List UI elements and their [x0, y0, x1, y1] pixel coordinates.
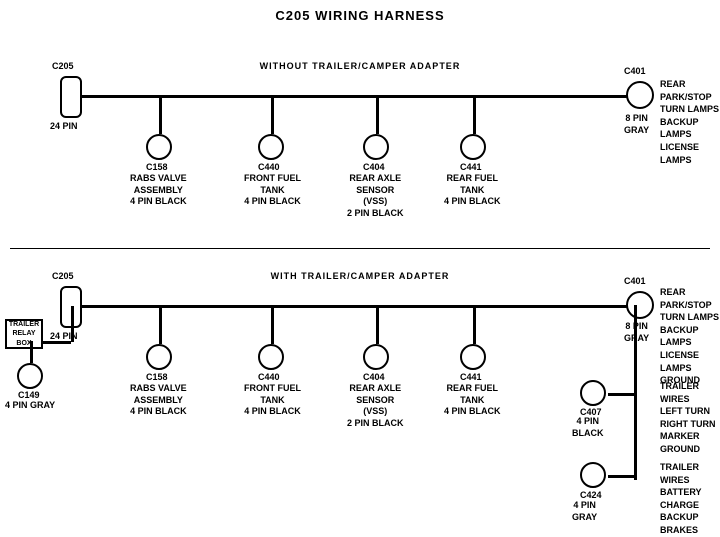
bottom-right-id: C401 — [624, 276, 646, 288]
bottom-right-connector — [626, 291, 654, 319]
page-title: C205 WIRING HARNESS — [0, 0, 720, 23]
top-c158-vline — [159, 96, 162, 134]
top-c158-id: C158 — [146, 162, 168, 174]
top-c441-connector — [460, 134, 486, 160]
bottom-c440-desc: FRONT FUELTANK4 PIN BLACK — [244, 383, 301, 418]
top-right-connector — [626, 81, 654, 109]
bottom-c441-desc: REAR FUELTANK4 PIN BLACK — [444, 383, 501, 418]
top-c404-desc: REAR AXLESENSOR(VSS)2 PIN BLACK — [347, 173, 404, 220]
top-c441-desc: REAR FUELTANK4 PIN BLACK — [444, 173, 501, 208]
c424-labels: TRAILER WIRESBATTERY CHARGEBACKUPBRAKES — [660, 461, 720, 537]
bottom-c440-connector — [258, 344, 284, 370]
bottom-main-hline — [80, 305, 635, 308]
bottom-c440-id: C440 — [258, 372, 280, 384]
trailer-relay-box: TRAILERRELAYBOX — [5, 319, 43, 349]
top-c440-connector — [258, 134, 284, 160]
c424-hline — [608, 475, 634, 478]
top-left-connector — [60, 76, 82, 118]
diagram-container: WITHOUT TRAILER/CAMPER ADAPTER C205 24 P… — [0, 23, 720, 523]
right-branch-vline — [634, 305, 637, 480]
c407-hline — [608, 393, 634, 396]
bottom-c440-vline — [271, 306, 274, 344]
top-c440-vline — [271, 96, 274, 134]
top-left-sub: 24 PIN — [50, 121, 78, 133]
top-c441-id: C441 — [460, 162, 482, 174]
bottom-c404-id: C404 — [363, 372, 385, 384]
top-left-id: C205 — [52, 61, 74, 73]
bottom-left-id: C205 — [52, 271, 74, 283]
top-c441-vline — [473, 96, 476, 134]
c407-desc: 4 PINBLACK — [572, 416, 604, 439]
top-c440-id: C440 — [258, 162, 280, 174]
bottom-c158-id: C158 — [146, 372, 168, 384]
c149-desc: 4 PIN GRAY — [5, 400, 55, 412]
bottom-section-label: WITH TRAILER/CAMPER ADAPTER — [150, 271, 570, 283]
top-c404-connector — [363, 134, 389, 160]
bottom-c404-vline — [376, 306, 379, 344]
top-section-label: WITHOUT TRAILER/CAMPER ADAPTER — [160, 61, 560, 73]
top-c404-vline — [376, 96, 379, 134]
top-right-sub: 8 PINGRAY — [624, 113, 649, 136]
c424-desc: 4 PINGRAY — [572, 500, 597, 523]
divider — [10, 248, 710, 249]
bottom-right-labels: REAR PARK/STOPTURN LAMPSBACKUP LAMPSLICE… — [660, 286, 720, 387]
top-right-id: C401 — [624, 66, 646, 78]
c424-connector — [580, 462, 606, 488]
top-main-hline — [80, 95, 635, 98]
top-right-labels: REAR PARK/STOPTURN LAMPSBACKUP LAMPSLICE… — [660, 78, 720, 166]
top-c158-desc: RABS VALVEASSEMBLY4 PIN BLACK — [130, 173, 187, 208]
top-c440-desc: FRONT FUELTANK4 PIN BLACK — [244, 173, 301, 208]
trailer-relay-vline — [71, 306, 74, 342]
bottom-c404-desc: REAR AXLESENSOR(VSS)2 PIN BLACK — [347, 383, 404, 430]
c407-connector — [580, 380, 606, 406]
bottom-c404-connector — [363, 344, 389, 370]
bottom-c441-vline — [473, 306, 476, 344]
bottom-c441-id: C441 — [460, 372, 482, 384]
top-c404-id: C404 — [363, 162, 385, 174]
bottom-c441-connector — [460, 344, 486, 370]
bottom-relay-vline2 — [30, 341, 33, 363]
c407-labels: TRAILER WIRESLEFT TURNRIGHT TURNMARKERGR… — [660, 380, 720, 456]
top-c158-connector — [146, 134, 172, 160]
bottom-c158-vline — [159, 306, 162, 344]
c149-connector — [17, 363, 43, 389]
bottom-c158-connector — [146, 344, 172, 370]
bottom-c158-desc: RABS VALVEASSEMBLY4 PIN BLACK — [130, 383, 187, 418]
